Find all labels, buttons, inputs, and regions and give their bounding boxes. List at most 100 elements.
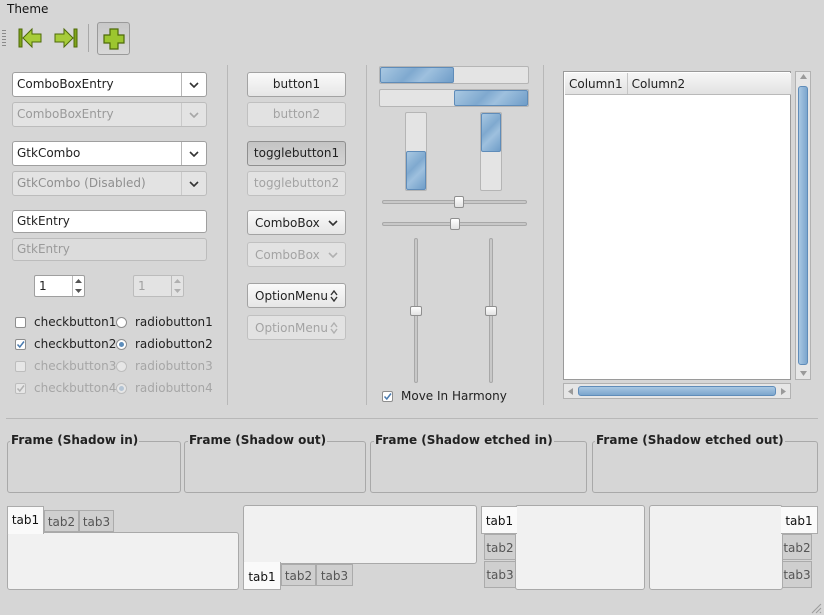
progress-fill	[380, 67, 454, 83]
notebook-top-tab3[interactable]: tab3	[79, 510, 114, 532]
hscale-2[interactable]	[382, 218, 527, 230]
column1-header[interactable]: Column1	[565, 73, 628, 94]
spin-button[interactable]: 1	[34, 275, 85, 297]
scroll-down-icon[interactable]	[800, 371, 807, 376]
add-button[interactable]	[97, 22, 130, 55]
notebook-left-tab3[interactable]: tab3	[484, 561, 516, 588]
scroll-right-icon[interactable]	[781, 388, 786, 395]
gtk-combo-disabled-text: GtkCombo (Disabled)	[17, 176, 146, 190]
chevron-down-icon	[189, 150, 199, 157]
option-menu-disabled-label: OptionMenu	[255, 320, 328, 335]
button1[interactable]: button1	[247, 72, 346, 97]
gtk-combo[interactable]: GtkCombo	[12, 141, 207, 166]
spin-button-value[interactable]: 1	[35, 276, 72, 296]
tree-view[interactable]: Column1 Column2	[563, 71, 791, 380]
gtk-combo-dropdown[interactable]	[181, 142, 206, 165]
vscale-knob[interactable]	[410, 306, 422, 316]
option-menu-disabled: OptionMenu	[247, 315, 346, 340]
checkbox-checked-icon[interactable]	[382, 390, 393, 402]
combobox-entry-disabled-text: ComboBoxEntry	[17, 107, 114, 121]
progress-bar-h1	[379, 66, 529, 84]
notebook-right-tab2[interactable]: tab2	[782, 534, 812, 560]
combobox-entry-dropdown[interactable]	[181, 73, 206, 96]
togglebutton1[interactable]: togglebutton1	[247, 141, 346, 166]
notebook-bottom-tab3[interactable]: tab3	[316, 564, 353, 586]
frame-shadow-out	[184, 441, 366, 493]
scroll-up-icon[interactable]	[800, 74, 807, 79]
notebook-bottom-tab2[interactable]: tab2	[281, 564, 316, 586]
frame-shadow-etched-in	[370, 441, 587, 493]
radio-on-icon	[116, 382, 127, 394]
radio-off-icon	[116, 360, 127, 372]
radiobutton2[interactable]: radiobutton2	[116, 334, 213, 354]
go-first-arrow-icon	[18, 27, 42, 49]
radiobutton4: radiobutton4	[116, 378, 213, 398]
frame-shadow-etched-in-label: Frame (Shadow etched in)	[374, 433, 554, 447]
move-in-harmony-check[interactable]: Move In Harmony	[382, 386, 507, 406]
separator-left	[227, 65, 228, 405]
gtk-combo-text[interactable]: GtkCombo	[13, 142, 181, 165]
gtk-entry[interactable]: GtkEntry	[12, 210, 207, 233]
hscale-knob[interactable]	[450, 218, 460, 230]
vscale-knob[interactable]	[485, 306, 497, 316]
notebook-top-tab1[interactable]: tab1	[7, 506, 44, 534]
radio-on-icon[interactable]	[116, 338, 127, 350]
radiobutton1[interactable]: radiobutton1	[116, 312, 213, 332]
notebook-right-tab1[interactable]: tab1	[781, 506, 818, 534]
up-down-arrows-icon	[330, 289, 338, 302]
notebook-right-tab3[interactable]: tab3	[782, 561, 812, 588]
tree-horizontal-scrollbar[interactable]	[563, 383, 791, 399]
combobox-entry-text[interactable]: ComboBoxEntry	[13, 73, 181, 96]
spin-up-icon[interactable]	[75, 279, 82, 283]
vertical-scroll-thumb[interactable]	[798, 86, 808, 365]
checkbox-unchecked-icon[interactable]	[15, 316, 26, 328]
spin-arrows-disabled	[171, 276, 183, 296]
go-first-button[interactable]	[15, 23, 45, 53]
vscale-2[interactable]	[485, 238, 497, 383]
toolbar-separator	[88, 24, 89, 52]
combobox[interactable]: ComboBox	[247, 210, 346, 235]
notebook-left-tab1[interactable]: tab1	[481, 506, 517, 534]
checkbutton2[interactable]: checkbutton2	[15, 334, 116, 354]
checkbutton1-label: checkbutton1	[34, 315, 117, 329]
combobox-disabled: ComboBox	[247, 242, 346, 267]
spin-button-disabled-value: 1	[138, 279, 146, 293]
add-plus-icon	[102, 27, 125, 50]
horizontal-scroll-thumb[interactable]	[578, 386, 776, 396]
notebook-left-tab2[interactable]: tab2	[484, 534, 516, 560]
notebook-bottom-page	[243, 505, 477, 564]
resize-grip-icon[interactable]	[810, 602, 822, 614]
tree-header: Column1 Column2	[565, 73, 791, 95]
tree-vertical-scrollbar[interactable]	[795, 71, 811, 380]
radio-off-icon[interactable]	[116, 316, 127, 328]
checkbutton4: checkbutton4	[15, 378, 116, 398]
toolbar-grip[interactable]	[2, 30, 6, 46]
go-last-button[interactable]	[51, 23, 81, 53]
chevron-down-icon	[189, 111, 199, 118]
frame-shadow-in	[7, 441, 181, 493]
progress-bar-v1	[405, 112, 427, 191]
checkbutton1[interactable]: checkbutton1	[15, 312, 116, 332]
gtk-entry-disabled: GtkEntry	[12, 238, 207, 261]
hscale-knob[interactable]	[454, 196, 464, 208]
checkbox-checked-icon[interactable]	[15, 338, 26, 350]
progress-fill	[406, 151, 426, 190]
column2-header[interactable]: Column2	[628, 73, 690, 94]
radiobutton3-label: radiobutton3	[135, 359, 213, 373]
hscale-1[interactable]	[382, 196, 527, 208]
notebook-top-tab2[interactable]: tab2	[44, 510, 79, 532]
notebook-bottom-tab1[interactable]: tab1	[243, 562, 281, 590]
chevron-down-icon	[189, 180, 199, 187]
option-menu[interactable]: OptionMenu	[247, 283, 346, 308]
move-in-harmony-label: Move In Harmony	[401, 389, 507, 403]
frame-shadow-in-label: Frame (Shadow in)	[10, 433, 140, 447]
scroll-left-icon[interactable]	[568, 388, 573, 395]
checkbutton4-label: checkbutton4	[34, 381, 117, 395]
spin-arrows[interactable]	[72, 276, 84, 296]
checkbutton3: checkbutton3	[15, 356, 116, 376]
separator-right	[543, 65, 544, 405]
vscale-1[interactable]	[410, 238, 422, 383]
progress-fill	[481, 113, 501, 152]
combobox-entry[interactable]: ComboBoxEntry	[12, 72, 207, 97]
spin-down-icon[interactable]	[75, 289, 82, 293]
